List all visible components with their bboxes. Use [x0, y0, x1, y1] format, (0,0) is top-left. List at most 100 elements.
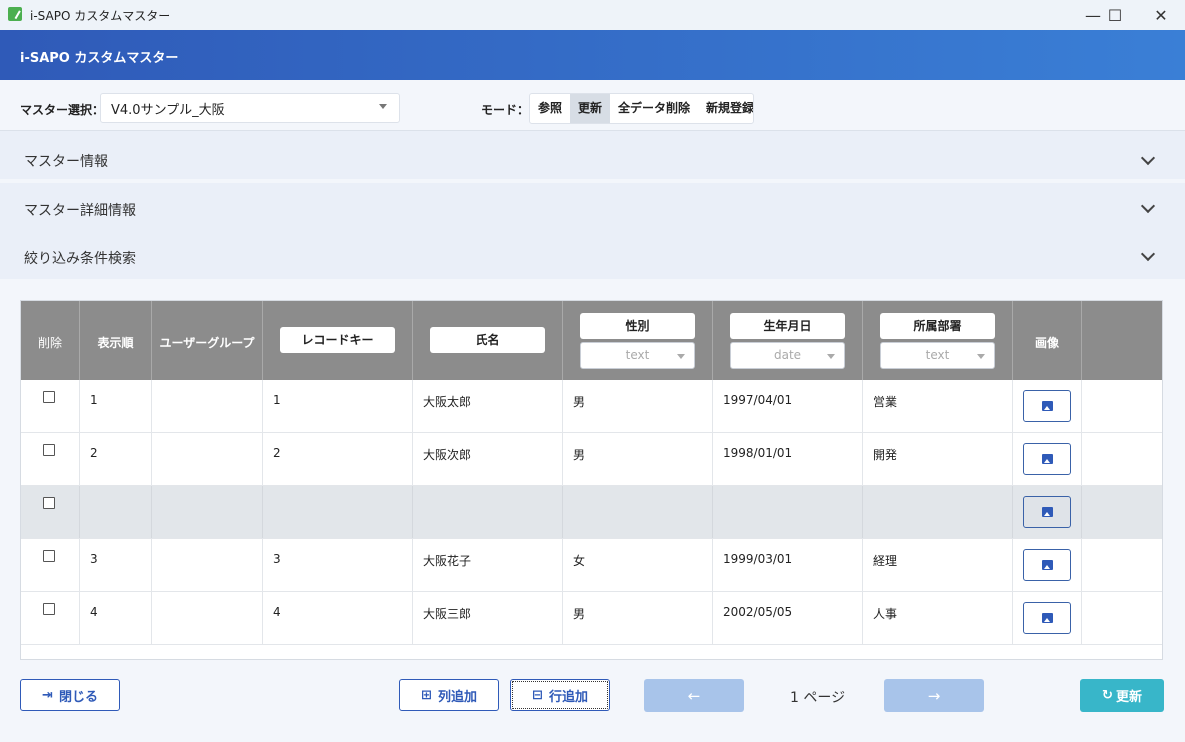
master-data-table: 削除 表示順 ユーザーグループ レコードキー 氏名 性別 text 生年月日 d… — [20, 300, 1163, 660]
update-button[interactable]: ↻ 更新 — [1080, 679, 1164, 712]
maximize-button[interactable]: ☐ — [1093, 0, 1137, 30]
master-select-label: マスター選択： — [20, 103, 105, 117]
mode-delete-all-button[interactable]: 全データ削除 — [610, 94, 698, 123]
image-cell — [1013, 433, 1082, 485]
department-cell[interactable] — [863, 486, 1013, 538]
record-key-cell[interactable] — [263, 486, 413, 538]
app-icon — [8, 7, 22, 21]
column-header-department: 所属部署 text — [863, 301, 1013, 380]
master-select-value: V4.0サンプル_大阪 — [111, 103, 225, 118]
filter-placeholder: text — [925, 348, 950, 362]
gender-filter-select[interactable]: text — [580, 342, 695, 369]
prev-page-button[interactable]: ← — [644, 679, 744, 712]
record-key-cell[interactable]: 4 — [263, 592, 413, 644]
column-header-gender: 性別 text — [563, 301, 713, 380]
image-button[interactable] — [1023, 602, 1071, 634]
name-cell[interactable]: 大阪三郎 — [413, 592, 563, 644]
gender-cell[interactable]: 男 — [563, 592, 713, 644]
name-cell[interactable]: 大阪花子 — [413, 539, 563, 591]
exit-icon: ⇥ — [42, 687, 53, 703]
add-column-button[interactable]: ⊞ 列追加 — [399, 679, 499, 711]
user-group-cell[interactable] — [152, 486, 263, 538]
accordion-master-info-title: マスター情報 — [24, 154, 108, 170]
record-key-cell[interactable]: 1 — [263, 380, 413, 432]
birthdate-cell[interactable] — [713, 486, 863, 538]
name-cell[interactable] — [413, 486, 563, 538]
image-icon — [1042, 401, 1053, 411]
mode-view-button[interactable]: 参照 — [530, 94, 570, 123]
image-cell — [1013, 486, 1082, 538]
birthdate-cell[interactable]: 2002/05/05 — [713, 592, 863, 644]
filter-placeholder: date — [773, 348, 802, 362]
accordion-filter-search[interactable] — [0, 231, 1185, 279]
image-button[interactable] — [1023, 443, 1071, 475]
accordion-master-detail[interactable] — [0, 183, 1185, 231]
department-cell[interactable]: 人事 — [863, 592, 1013, 644]
department-cell[interactable]: 開発 — [863, 433, 1013, 485]
column-label: ユーザーグループ — [159, 336, 255, 350]
column-label: 画像 — [1034, 336, 1059, 350]
image-icon — [1042, 454, 1053, 464]
table-row: 3 3 大阪花子 女 1999/03/01 経理 — [21, 539, 1162, 592]
column-label: 表示順 — [97, 336, 134, 350]
add-column-label: 列追加 — [437, 689, 477, 705]
department-cell[interactable]: 経理 — [863, 539, 1013, 591]
image-icon — [1042, 507, 1053, 517]
user-group-cell[interactable] — [152, 433, 263, 485]
birthdate-filter-select[interactable]: date — [730, 342, 845, 369]
name-cell[interactable]: 大阪太郎 — [413, 380, 563, 432]
add-row-button[interactable]: ⊟ 行追加 — [510, 679, 610, 711]
table-row: 4 4 大阪三郎 男 2002/05/05 人事 — [21, 592, 1162, 645]
record-key-sort-button[interactable]: レコードキー — [280, 327, 395, 353]
delete-checkbox[interactable] — [43, 497, 55, 509]
add-row-label: 行追加 — [548, 689, 588, 705]
accordion-master-info[interactable] — [0, 131, 1185, 179]
gender-sort-button[interactable]: 性別 — [580, 313, 695, 339]
column-header-name: 氏名 — [413, 301, 563, 380]
column-header-empty — [1082, 301, 1162, 380]
record-key-cell[interactable]: 2 — [263, 433, 413, 485]
add-row-icon: ⊟ — [532, 687, 543, 703]
name-sort-button[interactable]: 氏名 — [430, 327, 545, 353]
gender-cell[interactable] — [563, 486, 713, 538]
delete-checkbox[interactable] — [43, 444, 55, 456]
name-cell[interactable]: 大阪次郎 — [413, 433, 563, 485]
gender-cell[interactable]: 女 — [563, 539, 713, 591]
gender-cell[interactable]: 男 — [563, 380, 713, 432]
birthdate-cell[interactable]: 1999/03/01 — [713, 539, 863, 591]
gender-cell[interactable]: 男 — [563, 433, 713, 485]
filter-placeholder: text — [625, 348, 650, 362]
birthdate-sort-button[interactable]: 生年月日 — [730, 313, 845, 339]
mode-toggle-group: 参照 更新 全データ削除 新規登録 — [529, 93, 754, 124]
page-indicator: 1 ページ — [790, 690, 846, 706]
delete-checkbox[interactable] — [43, 603, 55, 615]
image-icon — [1042, 560, 1053, 570]
accordion-master-detail-title: マスター詳細情報 — [24, 203, 136, 219]
dropdown-caret-icon — [677, 354, 685, 359]
dropdown-caret-icon — [379, 104, 387, 109]
mode-update-button[interactable]: 更新 — [570, 94, 611, 123]
birthdate-cell[interactable]: 1998/01/01 — [713, 433, 863, 485]
birthdate-cell[interactable]: 1997/04/01 — [713, 380, 863, 432]
column-header-record-key: レコードキー — [263, 301, 413, 380]
image-button[interactable] — [1023, 549, 1071, 581]
delete-checkbox[interactable] — [43, 550, 55, 562]
record-key-cell[interactable]: 3 — [263, 539, 413, 591]
user-group-cell[interactable] — [152, 539, 263, 591]
department-cell[interactable]: 営業 — [863, 380, 1013, 432]
mode-new-button[interactable]: 新規登録 — [698, 94, 753, 123]
delete-checkbox[interactable] — [43, 391, 55, 403]
department-filter-select[interactable]: text — [880, 342, 995, 369]
image-cell — [1013, 380, 1082, 432]
image-button[interactable] — [1023, 390, 1071, 422]
image-button[interactable] — [1023, 496, 1071, 528]
user-group-cell[interactable] — [152, 380, 263, 432]
close-button[interactable]: ⇥ 閉じる — [20, 679, 120, 711]
user-group-cell[interactable] — [152, 592, 263, 644]
next-page-button[interactable]: → — [884, 679, 984, 712]
image-cell — [1013, 592, 1082, 644]
close-window-button[interactable]: ✕ — [1139, 0, 1183, 30]
column-label: 削除 — [37, 336, 62, 350]
add-column-icon: ⊞ — [421, 687, 432, 703]
department-sort-button[interactable]: 所属部署 — [880, 313, 995, 339]
